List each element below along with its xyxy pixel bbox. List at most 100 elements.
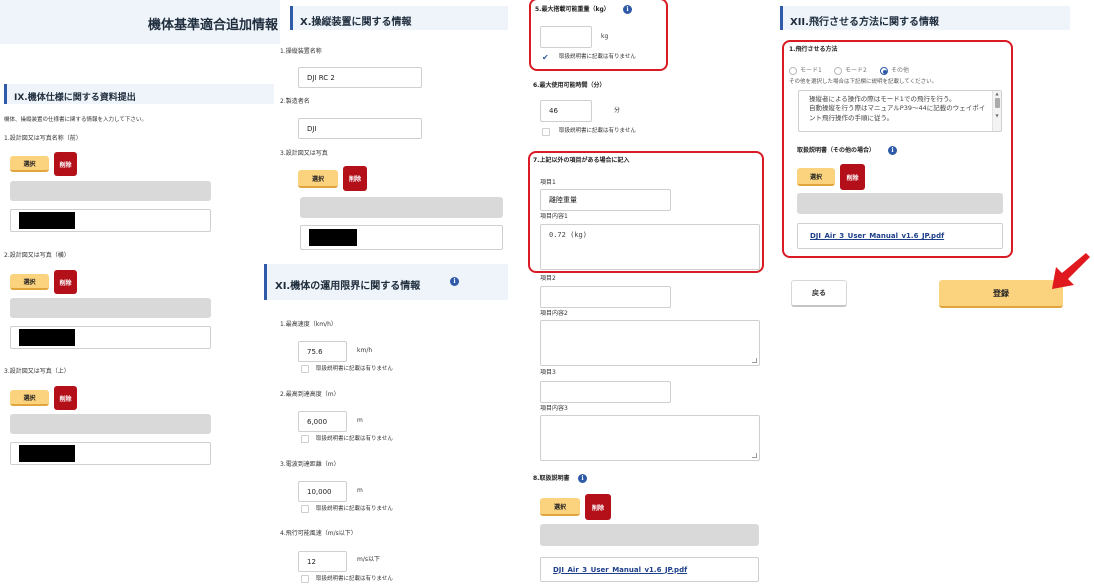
other-label: その他	[891, 67, 910, 74]
item1-label: 項目1	[540, 179, 556, 186]
select-button[interactable]: 選択	[10, 390, 49, 406]
item2-input[interactable]	[540, 286, 671, 308]
delete-button[interactable]: 削除	[54, 270, 77, 294]
content2-label: 項目内容2	[540, 310, 568, 317]
not-in-manual-label: 取扱説明書に記載は有りません	[316, 506, 393, 512]
time-not-in-manual-label: 取扱説明書に記載は有りません	[559, 128, 636, 134]
file-name-field	[10, 442, 211, 465]
mode1-radio[interactable]	[789, 67, 797, 75]
file-name-field	[10, 326, 211, 349]
flight-method-textarea[interactable]: 操縦者による操作の際はモード1での飛行を行う。 自動操縦を行う際はマニュアルP3…	[798, 90, 1002, 132]
upload-preview	[300, 197, 503, 218]
info-icon[interactable]: i	[888, 146, 897, 155]
info-icon[interactable]: i	[450, 277, 459, 286]
info-icon[interactable]: i	[623, 5, 632, 14]
not-in-manual-checkbox[interactable]	[301, 575, 309, 583]
scroll-down-icon[interactable]: ▼	[993, 113, 1001, 119]
section-title-11: XI.機体の運用限界に関する情報	[275, 281, 421, 292]
max-payload-label: 5.最大搭載可能重量（kg）	[535, 6, 610, 13]
max-speed-label: 1.最高速度（km/h）	[280, 321, 337, 328]
max-speed-unit: km/h	[357, 347, 373, 354]
item3-input[interactable]	[540, 381, 671, 403]
register-button[interactable]: 登録	[939, 280, 1063, 308]
scroll-thumb[interactable]	[994, 98, 1000, 108]
other-items-label: 7.上記以外の項目がある場合に記入	[533, 157, 630, 164]
manual-other-label: 取扱説明書（その他の場合）	[797, 147, 876, 154]
redacted-block	[19, 329, 75, 346]
not-in-manual-label: 取扱説明書に記載は有りません	[316, 366, 393, 372]
section-description: 機体、操縦装置の仕様書に関する情報を入力して下さい。	[4, 117, 147, 123]
back-button-label: 戻る	[812, 289, 826, 297]
upload-preview	[10, 298, 211, 318]
radio-range-label: 3.電波到達距離（m）	[280, 461, 340, 468]
textarea-scrollbar[interactable]: ▲ ▼	[992, 91, 1001, 131]
content3-label: 項目内容3	[540, 405, 568, 412]
not-in-manual-checkbox[interactable]	[301, 365, 309, 373]
item1-input[interactable]: 離陸重量	[540, 189, 671, 211]
select-button[interactable]: 選択	[298, 170, 338, 188]
redacted-block	[19, 445, 75, 462]
checkmark-icon[interactable]: ✔	[542, 54, 549, 62]
max-payload-unit: kg	[601, 33, 609, 40]
arrow-pointer-icon	[1052, 253, 1090, 289]
content1-textarea[interactable]: 0.72 (kg)	[540, 224, 760, 270]
not-in-manual-checkbox[interactable]	[301, 435, 309, 443]
time-not-in-manual-checkbox[interactable]	[542, 128, 550, 136]
delete-button[interactable]: 削除	[343, 166, 367, 191]
mode2-label: モード2	[845, 67, 867, 74]
mode1-label: モード1	[800, 67, 822, 74]
page-title: 機体基準適合追加情報	[148, 18, 279, 33]
content3-textarea[interactable]	[540, 415, 760, 461]
not-in-manual-label: 取扱説明書に記載は有りません	[316, 436, 393, 442]
info-icon[interactable]: i	[578, 474, 587, 483]
other-radio[interactable]	[880, 67, 888, 75]
max-time-unit: 分	[614, 107, 621, 114]
max-altitude-unit: m	[357, 417, 363, 424]
delete-button[interactable]: 削除	[54, 152, 77, 176]
manual-label: 8.取扱説明書	[533, 475, 570, 482]
radio-range-input[interactable]: 10,000	[298, 481, 347, 502]
controller-name-input[interactable]: DJI RC 2	[298, 67, 422, 88]
drawing-side-label: 2.設計図又は写真（横）	[4, 252, 70, 259]
wind-speed-input[interactable]: 12	[298, 551, 347, 572]
select-button[interactable]: 選択	[10, 156, 49, 172]
section-title-12: XII.飛行させる方法に関する情報	[790, 17, 939, 28]
delete-button[interactable]: 削除	[585, 494, 611, 520]
upload-preview	[10, 414, 211, 434]
upload-preview	[797, 193, 1003, 214]
delete-button[interactable]: 削除	[840, 164, 865, 190]
register-button-label: 登録	[993, 288, 1009, 298]
select-button[interactable]: 選択	[540, 498, 580, 516]
manual-file-link[interactable]: DJI_Air_3_User_Manual_v1.6_JP.pdf	[553, 566, 687, 574]
manufacturer-label: 2.製造者名	[280, 98, 310, 105]
not-in-manual-label: 取扱説明書に記載は有りません	[316, 576, 393, 582]
manufacturer-input[interactable]: DJI	[298, 118, 422, 139]
max-time-input[interactable]: 46	[540, 100, 592, 122]
drawing-top-label: 3.設計図又は写真（上）	[4, 368, 70, 375]
wind-speed-label: 4.飛行可能風速（m/s以下）	[280, 530, 357, 537]
max-altitude-input[interactable]: 6,000	[298, 411, 347, 432]
mode2-radio[interactable]	[834, 67, 842, 75]
content2-textarea[interactable]	[540, 320, 760, 366]
resize-handle[interactable]	[752, 358, 757, 363]
not-in-manual-checkbox[interactable]	[301, 505, 309, 513]
manual-other-file-link[interactable]: DJI_Air_3_User_Manual_v1.6_JP.pdf	[810, 232, 944, 240]
section-title-10: X.操縦装置に関する情報	[300, 17, 412, 28]
max-payload-input[interactable]	[540, 26, 592, 48]
manual-other-file-field: DJI_Air_3_User_Manual_v1.6_JP.pdf	[797, 223, 1003, 249]
manual-file-field: DJI_Air_3_User_Manual_v1.6_JP.pdf	[540, 557, 759, 582]
other-note: その他を選択した場合は下記欄に説明を記載してください。	[789, 79, 938, 85]
controller-drawing-label: 3.設計図又は写真	[280, 150, 328, 157]
upload-preview	[540, 524, 759, 546]
drawing-front-label: 1.設計図又は写真名称（前）	[4, 135, 82, 142]
back-button[interactable]: 戻る	[791, 280, 847, 307]
select-button[interactable]: 選択	[10, 274, 49, 290]
controller-name-label: 1.操縦装置名称	[280, 48, 322, 55]
max-altitude-label: 2.最高到達高度（m）	[280, 391, 340, 398]
delete-button[interactable]: 削除	[54, 386, 77, 410]
max-speed-input[interactable]: 75.6	[298, 341, 347, 362]
upload-preview	[10, 181, 211, 201]
resize-handle[interactable]	[752, 453, 757, 458]
scroll-up-icon[interactable]: ▲	[993, 91, 1001, 97]
select-button[interactable]: 選択	[797, 168, 835, 186]
